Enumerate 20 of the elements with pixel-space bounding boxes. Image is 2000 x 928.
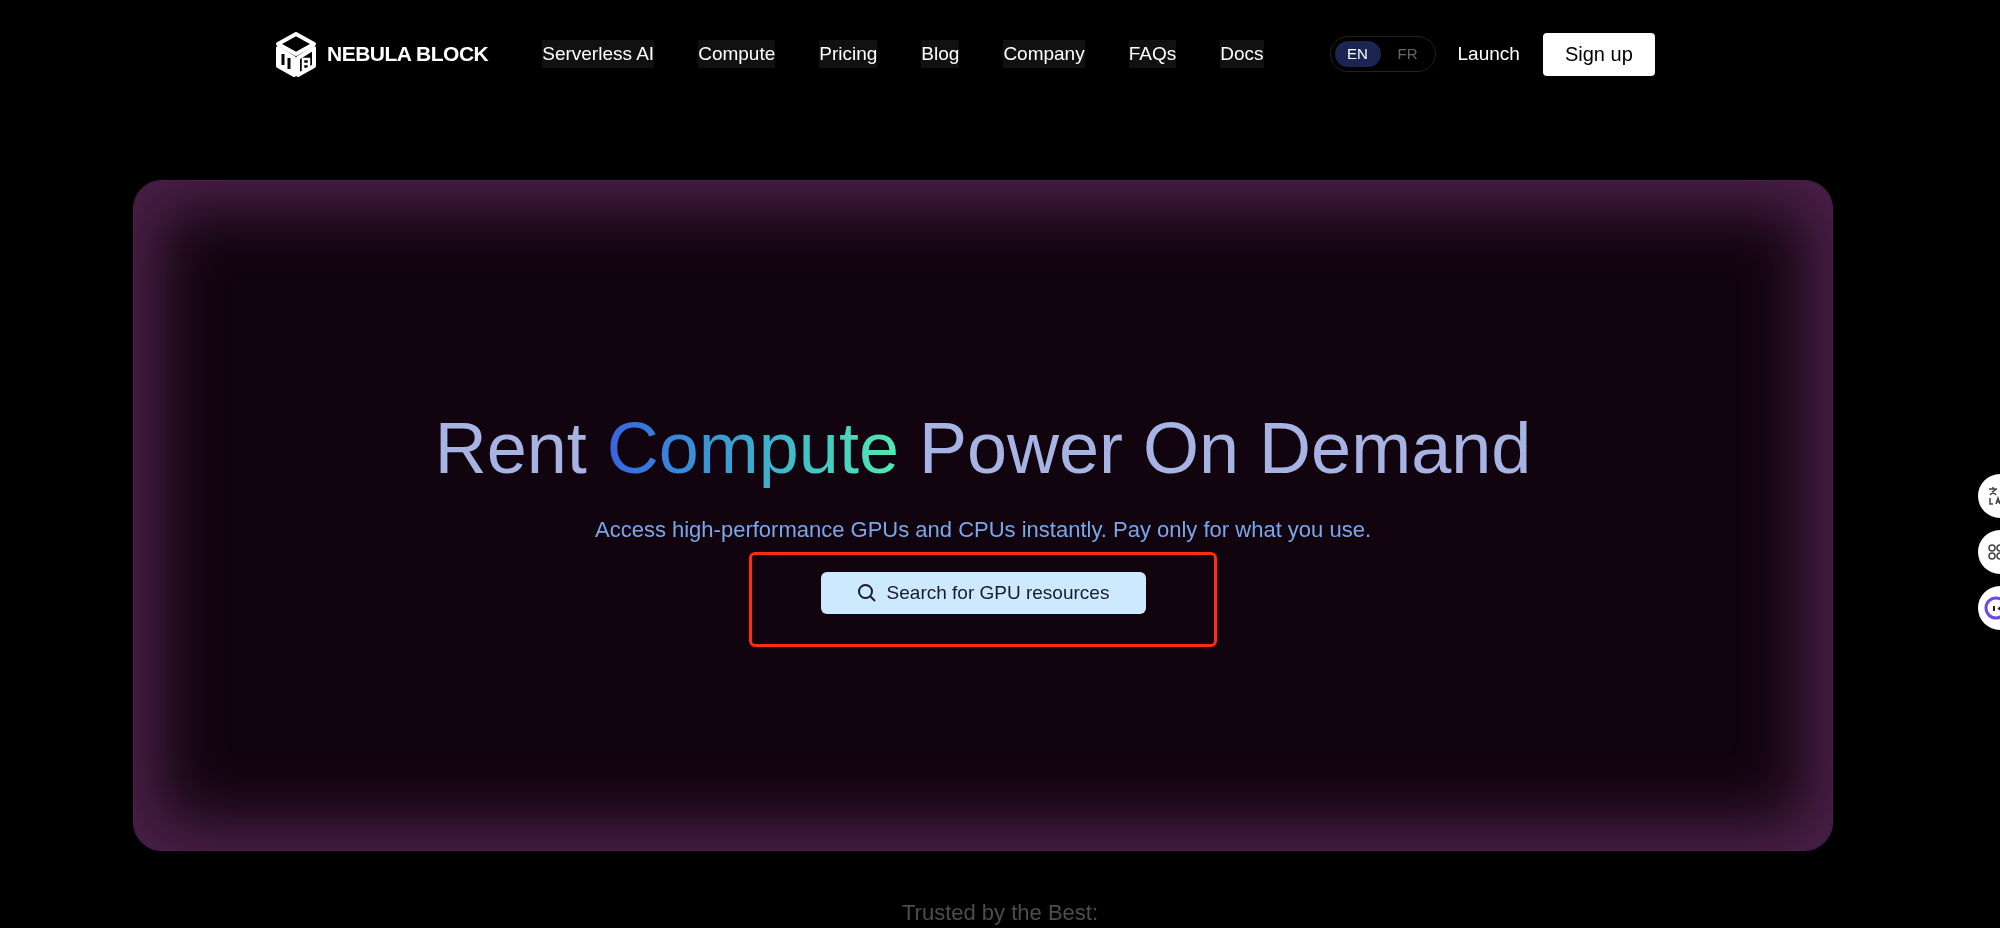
trusted-heading: Trusted by the Best: [900, 899, 1100, 927]
nav-link[interactable]: Docs [1220, 39, 1264, 69]
hero-subtitle: Access high-performance GPUs and CPUs instantly. Pay only for what you use. [594, 516, 1372, 544]
nav-link[interactable]: Serverless AI [542, 39, 655, 69]
grid-icon [1988, 544, 2000, 560]
translate-icon [1988, 486, 2000, 506]
language-option[interactable]: EN [1334, 41, 1381, 67]
language-option[interactable]: FR [1384, 41, 1431, 67]
nav-link[interactable]: Company [1003, 39, 1085, 69]
brand-name[interactable]: NEBULA BLOCK [327, 38, 489, 70]
nav-link[interactable]: FAQs [1128, 39, 1177, 69]
nav-link[interactable]: Blog [921, 39, 960, 69]
search-icon [856, 583, 877, 603]
hero-heading: Rent Compute Power On Demand [434, 407, 1532, 490]
signup-button[interactable]: Sign up [1542, 32, 1655, 76]
nav-link[interactable]: Pricing [819, 39, 878, 69]
cube-logo-icon[interactable] [275, 31, 317, 77]
search-gpu-button[interactable]: Search for GPU resources [820, 572, 1146, 614]
nav-link[interactable]: Compute [698, 39, 776, 69]
launch-link[interactable]: Launch [1457, 39, 1520, 69]
